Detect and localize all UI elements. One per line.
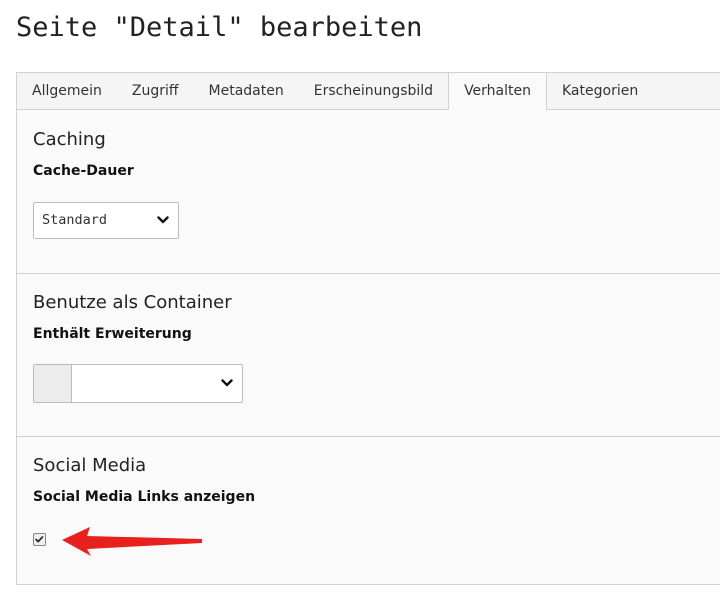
cache-duration-select[interactable]: Standard (33, 202, 179, 239)
section-container: Benutze als Container Enthält Erweiterun… (17, 273, 720, 436)
section-title: Social Media (33, 455, 147, 476)
tab-kategorien[interactable]: Kategorien (547, 73, 653, 110)
section-title: Benutze als Container (33, 292, 232, 313)
tab-bar: Allgemein Zugriff Metadaten Erscheinungs… (16, 72, 720, 111)
section-social-media: Social Media Social Media Links anzeigen (17, 436, 720, 585)
extension-select[interactable] (33, 364, 243, 403)
select-value: Standard (42, 212, 108, 228)
field-label: Cache-Dauer (33, 163, 134, 179)
tab-metadaten[interactable]: Metadaten (194, 73, 299, 110)
tab-allgemein[interactable]: Allgemein (17, 73, 117, 110)
section-caching: Caching Cache-Dauer Standard (17, 110, 720, 273)
tab-erscheinungsbild[interactable]: Erscheinungsbild (299, 73, 448, 110)
field-label: Enthält Erweiterung (33, 326, 192, 342)
section-title: Caching (33, 129, 106, 150)
tab-zugriff[interactable]: Zugriff (117, 73, 194, 110)
chevron-down-icon (157, 216, 169, 224)
tab-content-panel: Caching Cache-Dauer Standard Benutze als… (16, 110, 720, 585)
arrow-icon (62, 527, 202, 556)
social-media-links-checkbox[interactable] (33, 533, 46, 546)
select-prefix-cell (34, 365, 72, 402)
field-label: Social Media Links anzeigen (33, 489, 256, 505)
page-title: Seite "Detail" bearbeiten (16, 12, 423, 43)
chevron-down-icon (221, 379, 233, 387)
tab-verhalten[interactable]: Verhalten (448, 73, 547, 111)
checkmark-icon (35, 536, 44, 543)
